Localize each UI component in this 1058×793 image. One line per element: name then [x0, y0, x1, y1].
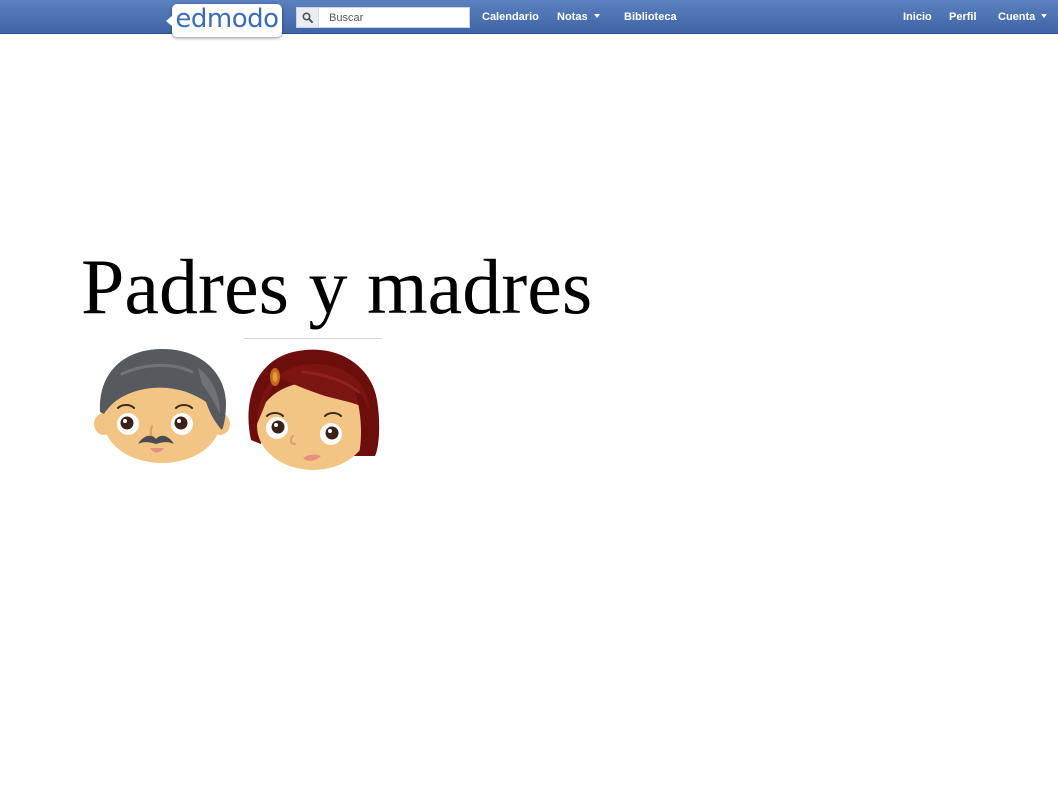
logo-text: edmodo: [175, 4, 279, 34]
nav-calendar-link[interactable]: Calendario: [482, 10, 539, 24]
search-box: [296, 7, 470, 28]
edmodo-logo[interactable]: edmodo: [166, 4, 282, 37]
father-face-icon: [94, 348, 230, 463]
logo-notch: [166, 15, 173, 27]
divider: [244, 338, 382, 339]
nav-notes-label: Notas: [557, 11, 588, 23]
top-navigation-bar: edmodo Calendario Notas Biblioteca Inici…: [0, 0, 1058, 37]
nav-profile-link[interactable]: Perfil: [949, 10, 977, 24]
chevron-down-icon: [593, 14, 600, 19]
slide-title: Padres y madres: [81, 243, 593, 330]
nav-home-link[interactable]: Inicio: [903, 10, 932, 24]
nav-account-label: Cuenta: [998, 11, 1036, 23]
chevron-down-icon: [1041, 14, 1048, 19]
mother-face-icon: [248, 349, 380, 470]
search-icon[interactable]: [297, 8, 319, 27]
nav-notes-menu[interactable]: Notas: [557, 10, 600, 24]
nav-account-menu[interactable]: Cuenta: [998, 10, 1048, 24]
search-input[interactable]: [319, 9, 469, 26]
nav-library-link[interactable]: Biblioteca: [624, 10, 677, 24]
